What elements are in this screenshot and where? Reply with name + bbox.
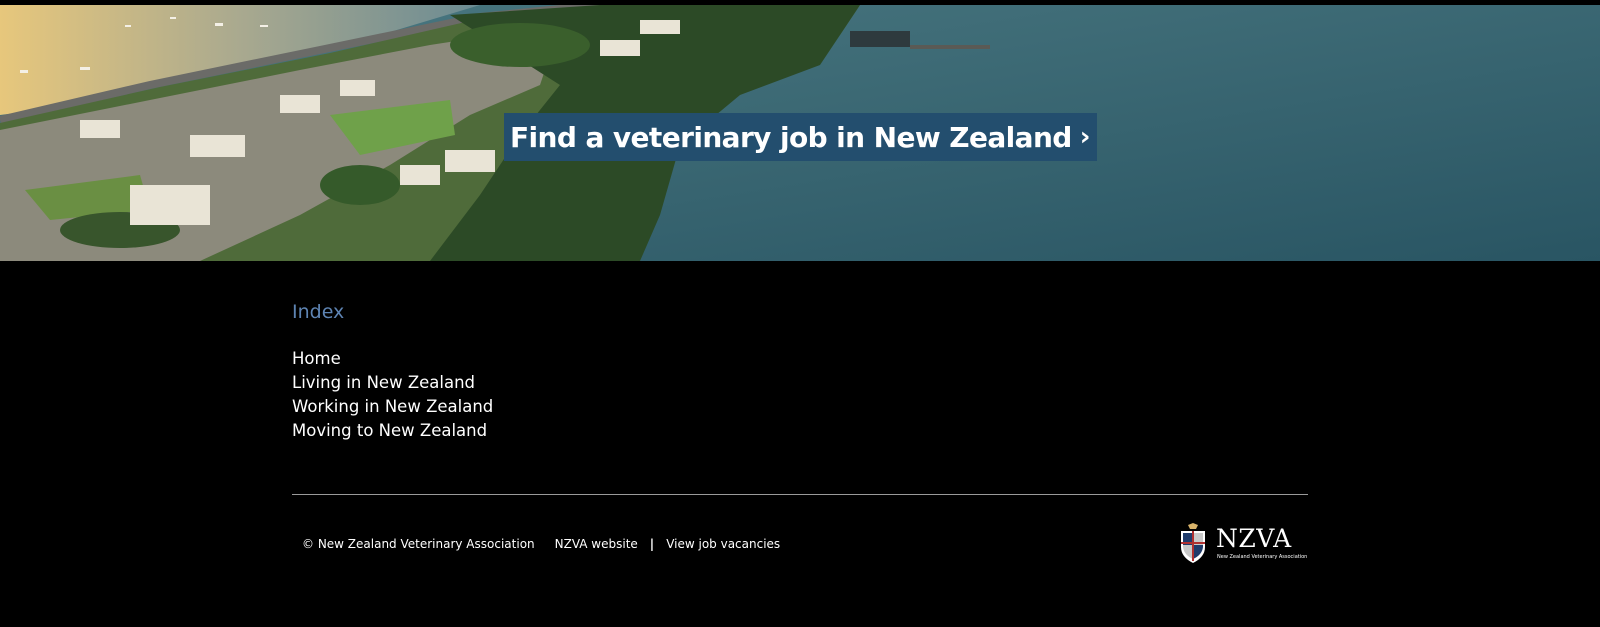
nzva-logo[interactable]: NZVA New Zealand Veterinary Association bbox=[1178, 523, 1307, 567]
footer-link-home[interactable]: Home bbox=[292, 349, 341, 368]
nzva-logo-text: NZVA bbox=[1216, 524, 1292, 553]
chevron-right-icon: › bbox=[1079, 122, 1091, 152]
nzva-logo-subtext: New Zealand Veterinary Association bbox=[1217, 554, 1308, 560]
footer-index-links: Home Living in New Zealand Working in Ne… bbox=[292, 347, 493, 443]
footer-link-item: Working in New Zealand bbox=[292, 395, 493, 419]
link-separator: | bbox=[649, 537, 655, 551]
hero-banner: Find a veterinary job in New Zealand › bbox=[0, 5, 1600, 261]
footer-link-working[interactable]: Working in New Zealand bbox=[292, 397, 493, 416]
nzva-crest-icon bbox=[1181, 523, 1205, 563]
footer-link-moving[interactable]: Moving to New Zealand bbox=[292, 421, 487, 440]
footer-link-item: Living in New Zealand bbox=[292, 371, 493, 395]
find-vet-job-button[interactable]: Find a veterinary job in New Zealand › bbox=[504, 113, 1097, 161]
footer-link-item: Moving to New Zealand bbox=[292, 419, 493, 443]
footer-index-heading: Index bbox=[292, 301, 345, 323]
footer-link-living[interactable]: Living in New Zealand bbox=[292, 373, 475, 392]
site-footer: Index Home Living in New Zealand Working… bbox=[0, 261, 1600, 627]
view-job-vacancies-link[interactable]: View job vacancies bbox=[666, 537, 780, 551]
footer-link-item: Home bbox=[292, 347, 493, 371]
footer-divider bbox=[292, 494, 1308, 495]
nzva-website-link[interactable]: NZVA website bbox=[555, 537, 638, 551]
find-vet-job-label: Find a veterinary job in New Zealand bbox=[510, 120, 1072, 154]
copyright-text: © New Zealand Veterinary Association bbox=[302, 537, 535, 551]
footer-bottom-bar: © New Zealand Veterinary Association NZV… bbox=[302, 537, 780, 551]
